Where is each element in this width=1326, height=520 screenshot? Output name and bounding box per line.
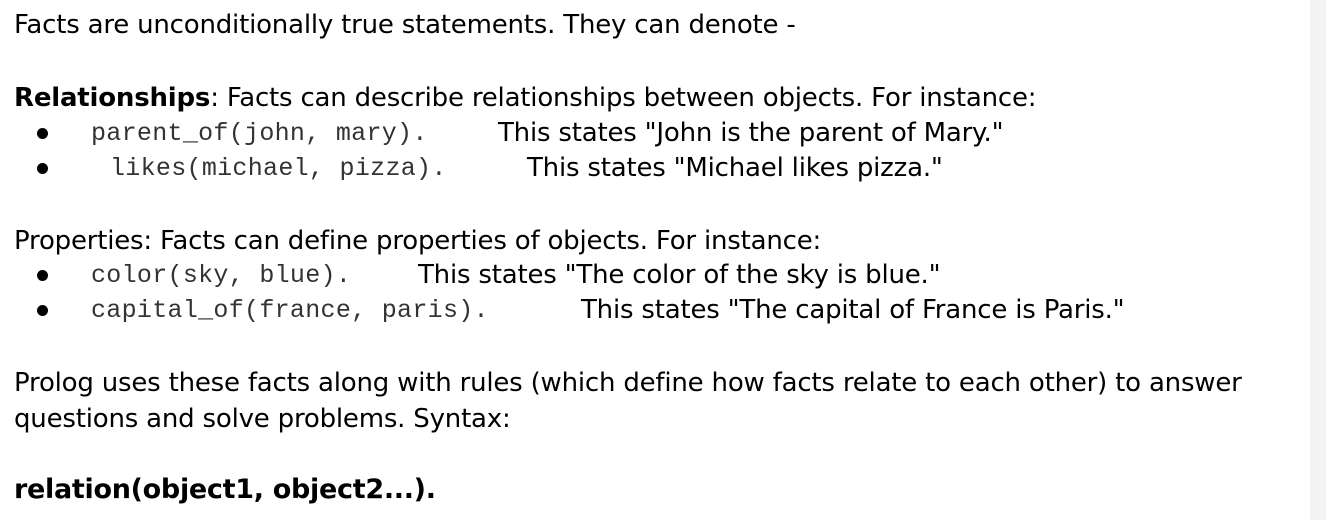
fact-code: capital_of(france, paris).: [91, 296, 489, 325]
document-page: Facts are unconditionally true statement…: [0, 0, 1310, 520]
relationships-paragraph: Relationships: Facts can describe relati…: [14, 80, 1037, 116]
bullet-icon: [37, 128, 48, 139]
bullet-icon: [37, 163, 48, 174]
relationships-heading: Relationships: [14, 83, 211, 113]
fact-description: This states "The capital of France is Pa…: [581, 295, 1125, 325]
syntax-example: relation(object1, object2...).: [14, 474, 436, 505]
relationships-text: : Facts can describe relationships betwe…: [210, 83, 1037, 113]
properties-paragraph: Properties: Facts can define properties …: [14, 226, 822, 256]
intro-paragraph: Facts are unconditionally true statement…: [14, 10, 796, 40]
fact-description: This states "Michael likes pizza.": [527, 153, 943, 183]
fact-description: This states "John is the parent of Mary.…: [498, 118, 1004, 148]
fact-code: color(sky, blue).: [91, 261, 352, 290]
fact-description: This states "The color of the sky is blu…: [418, 260, 941, 290]
fact-code: likes(michael, pizza).: [110, 154, 447, 183]
scrollbar-track[interactable]: [1310, 0, 1326, 520]
bullet-icon: [37, 305, 48, 316]
prolog-note-paragraph: Prolog uses these facts along with rules…: [14, 368, 1242, 434]
bullet-icon: [37, 270, 48, 281]
fact-code: parent_of(john, mary).: [91, 119, 428, 148]
